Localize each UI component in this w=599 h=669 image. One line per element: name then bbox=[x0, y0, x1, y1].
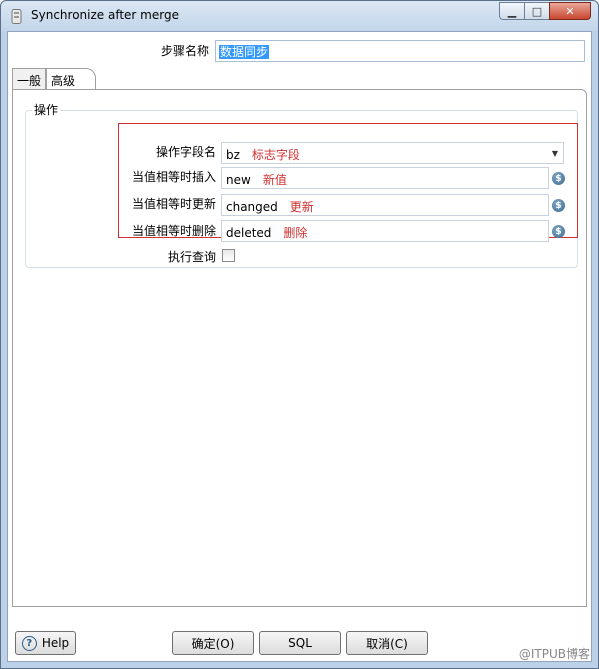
insert-value: new bbox=[226, 173, 251, 187]
cancel-label: 取消(C) bbox=[366, 636, 408, 651]
variable-icon[interactable]: $ bbox=[552, 225, 565, 238]
operation-field-value: bz bbox=[226, 148, 240, 162]
update-value: changed bbox=[226, 200, 278, 214]
step-name-label: 步骤名称 bbox=[161, 44, 210, 58]
dialog-body: 步骤名称 数据同步 一般 高级 操作 操作字段名 bz 标志字段 ▼ 当值相等时插… bbox=[7, 31, 592, 662]
window-title: Synchronize after merge bbox=[31, 8, 179, 22]
dialog-window: Synchronize after merge ▁ □ ✕ 步骤名称 数据同步 … bbox=[0, 0, 599, 669]
ok-button[interactable]: 确定(O) bbox=[172, 631, 254, 655]
delete-value-annotation: 删除 bbox=[283, 226, 308, 240]
variable-icon[interactable]: $ bbox=[552, 172, 565, 185]
perform-lookup-checkbox[interactable] bbox=[222, 249, 235, 262]
close-icon: ✕ bbox=[565, 4, 575, 18]
tab-general[interactable]: 一般 bbox=[12, 68, 47, 90]
maximize-icon: □ bbox=[531, 4, 543, 18]
update-value-label: 当值相等时更新 bbox=[132, 197, 217, 211]
watermark: @ITPUB博客 bbox=[518, 647, 590, 661]
tab-strip: 一般 高级 bbox=[12, 68, 97, 90]
operation-field-combo[interactable]: bz 标志字段 ▼ bbox=[221, 142, 564, 164]
update-value-input[interactable]: changed 更新 bbox=[221, 194, 549, 216]
delete-value-input[interactable]: deleted 删除 bbox=[221, 220, 549, 242]
step-name-value: 数据同步 bbox=[219, 45, 270, 59]
insert-value-label: 当值相等时插入 bbox=[132, 170, 217, 184]
help-label: Help bbox=[41, 636, 70, 650]
tab-panel-advanced: 操作 操作字段名 bz 标志字段 ▼ 当值相等时插入 new 新值 $ 当值相等时更… bbox=[12, 89, 587, 607]
sql-button[interactable]: SQL bbox=[259, 631, 341, 655]
step-name-input[interactable]: 数据同步 bbox=[215, 40, 585, 62]
perform-lookup-label: 执行查询 bbox=[168, 250, 217, 264]
operation-field-label: 操作字段名 bbox=[156, 145, 217, 159]
ok-label: 确定(O) bbox=[191, 636, 235, 651]
tab-advanced[interactable]: 高级 bbox=[46, 68, 97, 90]
cancel-button[interactable]: 取消(C) bbox=[346, 631, 428, 655]
maximize-button[interactable]: □ bbox=[524, 2, 550, 20]
chevron-down-icon[interactable]: ▼ bbox=[547, 143, 563, 163]
delete-value: deleted bbox=[226, 226, 272, 240]
insert-value-input[interactable]: new 新值 bbox=[221, 167, 549, 189]
insert-value-annotation: 新值 bbox=[262, 173, 287, 187]
title-bar[interactable]: Synchronize after merge ▁ □ ✕ bbox=[1, 1, 598, 31]
close-button[interactable]: ✕ bbox=[549, 2, 591, 20]
sql-label: SQL bbox=[288, 636, 312, 650]
variable-icon[interactable]: $ bbox=[552, 199, 565, 212]
operation-group-title: 操作 bbox=[32, 101, 61, 118]
help-button[interactable]: ? Help bbox=[15, 631, 76, 655]
minimize-icon: ▁ bbox=[507, 4, 517, 18]
help-icon: ? bbox=[21, 635, 37, 651]
operation-group: 操作 操作字段名 bz 标志字段 ▼ 当值相等时插入 new 新值 $ 当值相等时更… bbox=[25, 101, 578, 268]
step-icon bbox=[11, 9, 22, 24]
update-value-annotation: 更新 bbox=[289, 200, 314, 214]
minimize-button[interactable]: ▁ bbox=[499, 2, 525, 20]
operation-field-annotation: 标志字段 bbox=[251, 148, 300, 162]
delete-value-label: 当值相等时删除 bbox=[132, 224, 217, 238]
